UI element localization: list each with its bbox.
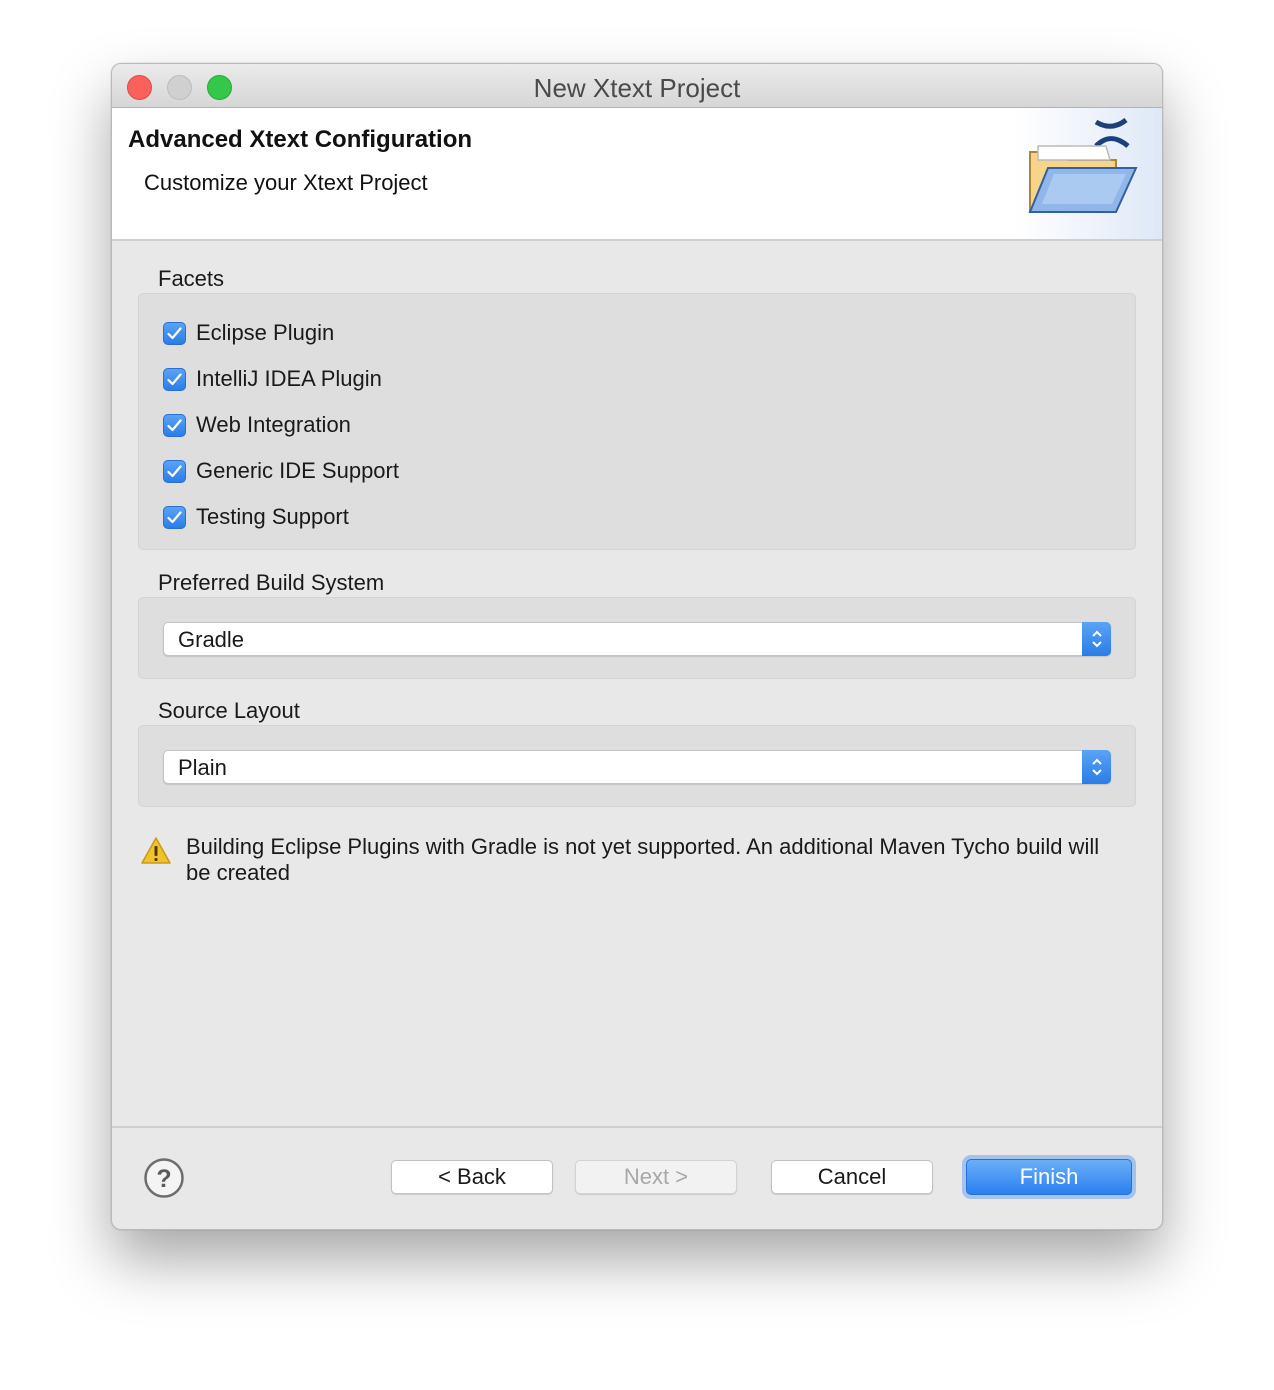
xtext-folder-icon <box>1028 117 1138 213</box>
svg-text:?: ? <box>156 1165 171 1193</box>
eclipse-plugin-checkbox-row[interactable]: Eclipse Plugin <box>163 318 334 348</box>
up-down-arrows-icon[interactable] <box>1082 750 1111 784</box>
window-title: New Xtext Project <box>533 73 741 103</box>
next-button[interactable]: Next > <box>575 1160 737 1194</box>
wizard-page-title: Advanced Xtext Configuration <box>128 126 473 153</box>
source-layout-select[interactable]: Plain <box>163 750 1111 784</box>
source-layout-group: Plain <box>138 725 1136 807</box>
generic-ide-support-label: Generic IDE Support <box>196 458 399 483</box>
facets-group: Eclipse Plugin IntelliJ IDEA Plugin Web … <box>138 293 1136 550</box>
footer-separator <box>112 1126 1162 1128</box>
build-system-select[interactable]: Gradle <box>163 622 1111 656</box>
source-layout-value: Plain <box>178 755 227 780</box>
wizard-page-description: Customize your Xtext Project <box>144 170 428 195</box>
testing-support-checkbox[interactable] <box>163 505 186 529</box>
intellij-plugin-checkbox-row[interactable]: IntelliJ IDEA Plugin <box>163 364 382 394</box>
warning-triangle-icon <box>141 837 171 864</box>
wizard-header: Advanced Xtext Configuration Customize y… <box>112 108 1162 241</box>
facets-label: Facets <box>158 266 225 291</box>
up-down-arrows-icon[interactable] <box>1082 622 1111 656</box>
testing-support-label: Testing Support <box>196 504 349 529</box>
warning-text: Building Eclipse Plugins with Gradle is … <box>186 834 1100 885</box>
source-layout-label: Source Layout <box>158 698 300 723</box>
generic-ide-support-checkbox-row[interactable]: Generic IDE Support <box>163 456 399 486</box>
eclipse-plugin-label: Eclipse Plugin <box>196 320 335 345</box>
build-system-value: Gradle <box>178 627 245 652</box>
warning-message: Building Eclipse Plugins with Gradle is … <box>140 834 1120 894</box>
help-icon[interactable]: ? <box>143 1157 185 1199</box>
web-integration-label: Web Integration <box>196 412 351 437</box>
new-xtext-project-dialog: New Xtext Project Advanced Xtext Configu… <box>111 63 1163 1230</box>
web-integration-checkbox[interactable] <box>163 413 186 437</box>
checkmark-icon <box>167 464 182 477</box>
checkmark-icon <box>167 326 182 339</box>
intellij-plugin-label: IntelliJ IDEA Plugin <box>196 366 382 391</box>
build-system-label: Preferred Build System <box>158 570 385 595</box>
intellij-plugin-checkbox[interactable] <box>163 367 186 391</box>
testing-support-checkbox-row[interactable]: Testing Support <box>163 502 349 532</box>
title-bar[interactable]: New Xtext Project <box>112 64 1162 108</box>
eclipse-plugin-checkbox[interactable] <box>163 321 186 345</box>
checkmark-icon <box>167 418 182 431</box>
web-integration-checkbox-row[interactable]: Web Integration <box>163 410 351 440</box>
back-button[interactable]: < Back <box>391 1160 553 1194</box>
finish-button[interactable]: Finish <box>966 1159 1132 1195</box>
wizard-banner <box>1012 108 1162 239</box>
build-system-group: Gradle <box>138 597 1136 679</box>
cancel-button[interactable]: Cancel <box>771 1160 933 1194</box>
checkmark-icon <box>167 372 182 385</box>
generic-ide-support-checkbox[interactable] <box>163 459 186 483</box>
checkmark-icon <box>167 510 182 523</box>
